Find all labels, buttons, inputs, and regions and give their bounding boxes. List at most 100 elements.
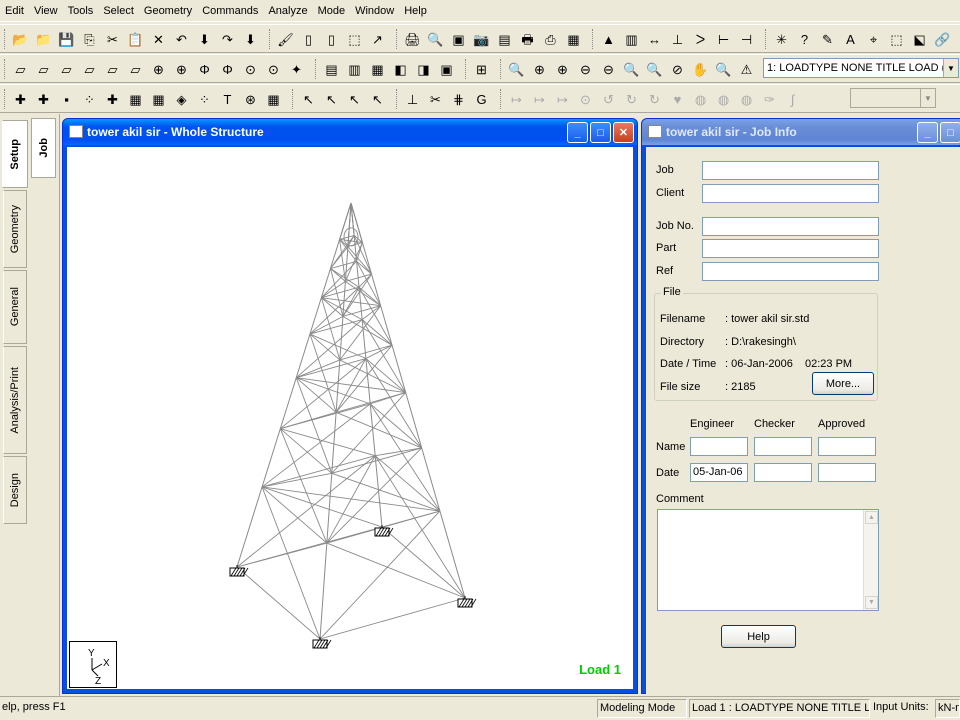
help-button[interactable]: Help [721,625,796,648]
label-icon[interactable]: ▲ [598,28,619,50]
zoom-selection-icon[interactable]: 🔍 [644,58,665,80]
page-2-icon[interactable]: ▯ [321,28,342,50]
load-case-select[interactable]: 1: LOADTYPE NONE TITLE LOAD ( ▼ [763,58,959,78]
approved-date-field[interactable] [818,463,876,482]
add-plate-icon[interactable]: ▪ [56,88,77,110]
mesh-icon[interactable]: ⊛ [240,88,261,110]
spin-left-icon[interactable]: ⊙ [240,58,261,80]
folder-icon[interactable]: 📁 [33,28,54,50]
menu-tools[interactable]: Tools [63,0,99,22]
ref-field[interactable] [702,262,879,281]
rotate-up-icon[interactable]: ⊕ [148,58,169,80]
toolbar-grip[interactable] [4,59,7,79]
render-icon[interactable]: ⬕ [909,28,930,50]
disabled-6-icon[interactable]: ↻ [621,88,642,110]
annotate-icon[interactable]: ✎ [817,28,838,50]
job-info-titlebar[interactable]: tower akil sir - Job Info _ □ [642,119,960,145]
plane-4-icon[interactable]: ◨ [413,58,434,80]
tab-analysis-print[interactable]: Analysis/Print [3,346,27,454]
select-nodes-icon[interactable]: ↖ [298,88,319,110]
zoom-in-icon[interactable]: ⊕ [552,58,573,80]
grid-icon[interactable]: ▦ [125,88,146,110]
menu-commands[interactable]: Commands [197,0,263,22]
redo-list-icon[interactable]: ⬇ [240,28,261,50]
node-icon[interactable]: ⊥ [667,28,688,50]
menu-help[interactable]: Help [399,0,432,22]
undo-list-icon[interactable]: ⬇ [194,28,215,50]
symbols-icon[interactable]: ⌖ [863,28,884,50]
engineer-date-field[interactable]: 05-Jan-06 [690,463,748,482]
tab-geometry[interactable]: Geometry [3,190,27,268]
menu-mode[interactable]: Mode [313,0,351,22]
job-field[interactable] [702,161,879,180]
rotate-down-icon[interactable]: ⊕ [171,58,192,80]
open-icon[interactable]: 📂 [10,28,31,50]
tab-general[interactable]: General [3,270,27,344]
link-icon[interactable]: 🔗 [932,28,953,50]
view-left-icon[interactable]: ▱ [79,58,100,80]
plane-3-icon[interactable]: ◧ [390,58,411,80]
delete-icon[interactable]: ✕ [148,28,169,50]
rotate-left-icon[interactable]: Φ [194,58,215,80]
approved-name-field[interactable] [818,437,876,456]
view-options-icon[interactable]: ✦ [286,58,307,80]
menu-analyze[interactable]: Analyze [263,0,312,22]
print-report-icon[interactable]: 🖶 [517,28,538,50]
distance-icon[interactable]: ⊢ [713,28,734,50]
view-back-icon[interactable]: ▱ [56,58,77,80]
zoom-extents-icon[interactable]: ⊞ [471,58,492,80]
zoom-dynamic-icon[interactable]: ⊕ [529,58,550,80]
part-field[interactable] [702,239,879,258]
geometry-icon[interactable]: G [471,88,492,110]
toolbar-grip[interactable] [500,59,503,79]
zoom-previous-icon[interactable]: ⊖ [598,58,619,80]
menu-edit[interactable]: Edit [0,0,29,22]
disabled-4-icon[interactable]: ⊙ [575,88,596,110]
maximize-button[interactable]: □ [940,122,960,143]
add-beam-icon[interactable]: ✚ [33,88,54,110]
disabled-1-icon[interactable]: ↦ [506,88,527,110]
page-icon[interactable]: ▯ [298,28,319,50]
export-icon[interactable]: ⎙ [540,28,561,50]
toolbar-grip[interactable] [465,59,468,79]
select-plates-icon[interactable]: ↖ [344,88,365,110]
minimize-button[interactable]: _ [917,122,938,143]
scroll-up-icon[interactable]: ▲ [865,511,878,524]
disabled-3-icon[interactable]: ↦ [552,88,573,110]
snap-node-icon[interactable]: ◈ [171,88,192,110]
split-icon[interactable]: ⋕ [448,88,469,110]
snapshot-icon[interactable]: 📷 [471,28,492,50]
add-cursor-icon[interactable]: ⁘ [79,88,100,110]
disabled-7-icon[interactable]: ↻ [644,88,665,110]
toolbar-grip[interactable] [4,29,7,49]
disabled-13-icon[interactable]: ∫ [782,88,803,110]
magnify-icon[interactable]: ✳ [771,28,792,50]
disabled-5-icon[interactable]: ↺ [598,88,619,110]
view-front-icon[interactable]: ▱ [33,58,54,80]
magnifier-icon[interactable]: 🔍 [713,58,734,80]
text-icon[interactable]: A [840,28,861,50]
copy-icon[interactable]: ⎘ [79,28,100,50]
view-right-icon[interactable]: ▱ [102,58,123,80]
toolbar-grip[interactable] [315,59,318,79]
mesh-2-icon[interactable]: ▦ [263,88,284,110]
client-field[interactable] [702,184,879,203]
cut-icon[interactable]: ✂ [102,28,123,50]
menu-select[interactable]: Select [98,0,139,22]
comment-textarea[interactable]: ▲ ▼ [657,509,879,611]
print-icon[interactable]: 🖨 [402,28,423,50]
toolbar-grip[interactable] [765,29,768,49]
paste-icon[interactable]: 📋 [125,28,146,50]
select-beams-icon[interactable]: ↖ [321,88,342,110]
pointer-icon[interactable]: ↗ [367,28,388,50]
help-icon[interactable]: ? [794,28,815,50]
close-button[interactable]: ✕ [613,122,634,143]
hand-icon[interactable]: ✋ [690,58,711,80]
zoom-out-icon[interactable]: ⊖ [575,58,596,80]
connect-icon[interactable]: ✚ [102,88,123,110]
disabled-9-icon[interactable]: ◍ [690,88,711,110]
text-tool-icon[interactable]: T [217,88,238,110]
toolbar-grip[interactable] [269,29,272,49]
beam-icon[interactable]: ᐳ [690,28,711,50]
comment-scrollbar[interactable]: ▲ ▼ [863,510,878,610]
